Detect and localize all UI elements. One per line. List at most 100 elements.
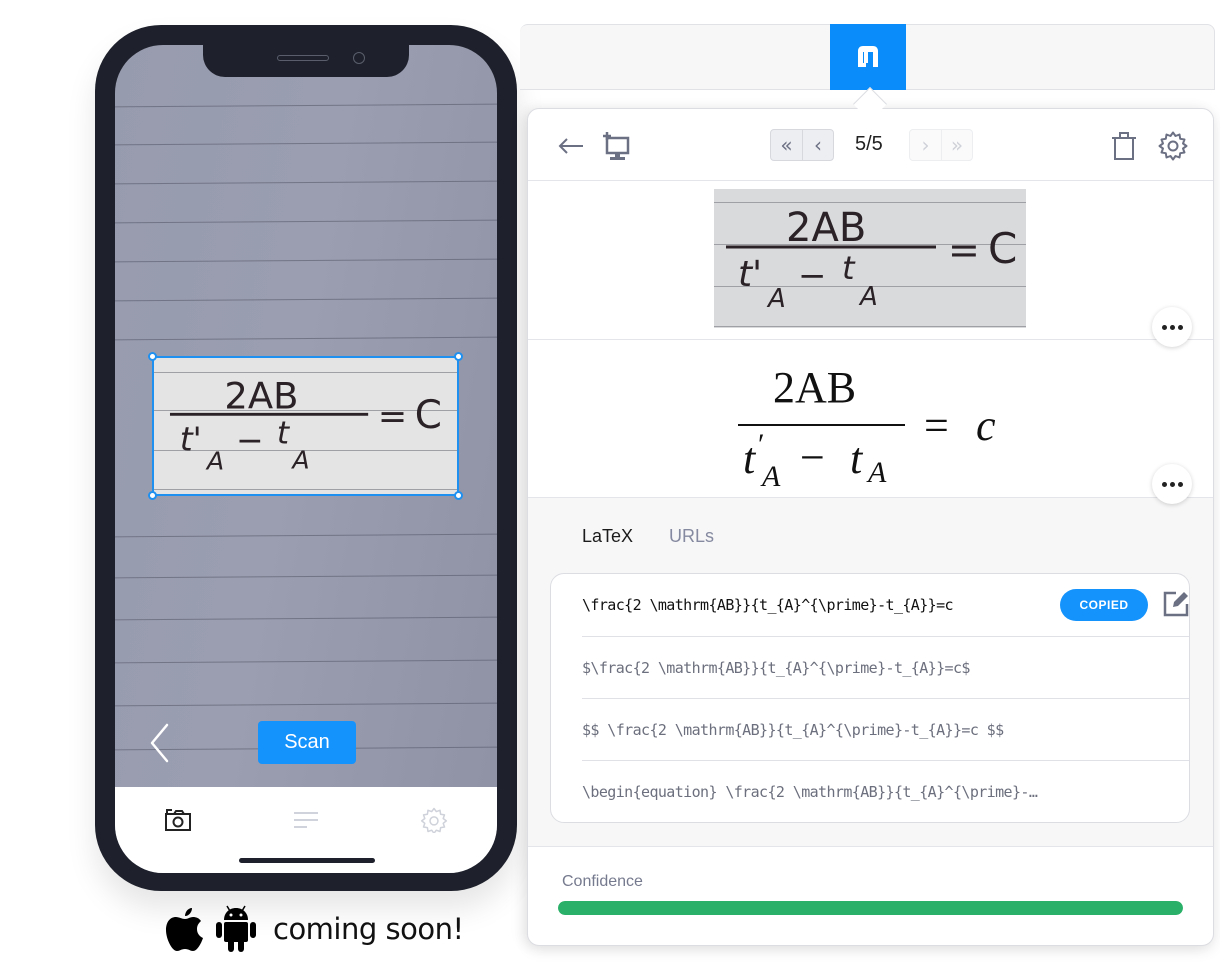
paper-line: [115, 702, 497, 707]
paper-line: [115, 336, 497, 341]
scan-crop-region[interactable]: 2AB t' A − t A = C: [148, 352, 463, 500]
paper-line: [115, 574, 497, 579]
rendered-t-prime: t: [743, 434, 757, 483]
latex-result-row[interactable]: $\frac{2 \mathrm{AB}}{t_{A}^{\prime}-t_{…: [582, 636, 1189, 698]
delete-button[interactable]: [1109, 131, 1139, 161]
handwritten-rhs: C: [415, 393, 442, 438]
paper-line: [115, 533, 497, 538]
screen-capture-icon: [603, 132, 630, 160]
latex-result-text: $\frac{2 \mathrm{AB}}{t_{A}^{\prime}-t_{…: [582, 658, 970, 677]
gear-icon: [1158, 131, 1188, 161]
list-icon[interactable]: [292, 807, 320, 833]
handwritten-sub-a: A: [858, 282, 878, 312]
handwritten-numerator: 2AB: [224, 375, 298, 418]
handwritten-sub-a: A: [205, 447, 224, 476]
apple-icon: [166, 908, 203, 951]
crop-handle-bottom-left[interactable]: [148, 491, 157, 500]
latex-result-text: \begin{equation} \frac{2 \mathrm{AB}}{t_…: [582, 782, 1038, 801]
more-dots-icon: [1161, 481, 1183, 487]
paper-line: [115, 219, 497, 224]
latex-result-row[interactable]: \frac{2 \mathrm{AB}}{t_{A}^{\prime}-t_{A…: [582, 574, 1189, 636]
home-indicator: [239, 858, 375, 863]
paper-line: [115, 659, 497, 664]
source-image-section: 2AB t' A − t A = C: [528, 181, 1213, 347]
crop-handle-bottom-right[interactable]: [454, 491, 463, 500]
handwritten-t: t: [842, 249, 856, 287]
trash-icon: [1112, 132, 1136, 160]
rendered-minus: −: [800, 433, 825, 482]
handwritten-numerator: 2AB: [786, 205, 866, 251]
phone-screen: 2AB t' A − t A = C Scan: [115, 45, 497, 873]
tab-latex[interactable]: LaTeX: [582, 526, 633, 547]
handwritten-minus: −: [798, 256, 827, 296]
stage: 2AB t' A − t A = C Scan coming soon! « ‹…: [0, 0, 1220, 978]
rendered-t: t: [850, 434, 864, 483]
paper-line: [115, 616, 497, 621]
gear-icon[interactable]: [420, 807, 448, 833]
handwritten-equation: 2AB t' A − t A = C: [169, 375, 442, 476]
latex-result-text: $$ \frac{2 \mathrm{AB}}{t_{A}^{\prime}-t…: [582, 720, 1004, 739]
extension-button[interactable]: [830, 24, 906, 90]
edit-icon[interactable]: [1162, 590, 1189, 618]
confidence-bar: [558, 901, 1183, 915]
phone-notch: [203, 45, 409, 77]
pager-forward-group: › »: [909, 129, 973, 161]
paper-line: [115, 103, 497, 108]
screenshot-button[interactable]: [602, 131, 632, 161]
first-page-button[interactable]: «: [771, 130, 802, 160]
rendered-rhs: c: [976, 401, 996, 450]
rendered-sub-a: A: [760, 460, 781, 490]
source-handwritten-equation: 2AB t' A − t A = C: [726, 205, 1017, 314]
tab-urls[interactable]: URLs: [669, 526, 714, 547]
front-camera-icon: [353, 52, 365, 64]
rendered-math-section: 2AB t ′ A − t A = c: [528, 340, 1213, 504]
arrow-left-icon: [558, 138, 583, 154]
source-image: 2AB t' A − t A = C: [714, 189, 1026, 328]
more-dots-icon: [1161, 324, 1183, 330]
scan-button[interactable]: Scan: [258, 721, 356, 764]
source-more-button[interactable]: [1152, 307, 1192, 347]
latex-result-row[interactable]: $$ \frac{2 \mathrm{AB}}{t_{A}^{\prime}-t…: [582, 698, 1189, 760]
crop-handle-top-left[interactable]: [148, 352, 157, 361]
handwritten-minus: −: [236, 420, 264, 459]
camera-icon[interactable]: [164, 807, 192, 833]
pager-back-group: « ‹: [770, 129, 834, 161]
handwritten-t: t: [277, 415, 291, 451]
next-page-button[interactable]: ›: [910, 130, 941, 160]
crop-handle-top-right[interactable]: [454, 352, 463, 361]
confidence-section: Confidence: [528, 847, 1213, 945]
extension-popup: « ‹ 5/5 › » 2AB t' A − t A = C 2AB t ′ A…: [527, 87, 1214, 946]
rendered-numerator: 2AB: [773, 363, 856, 412]
copied-badge: COPIED: [1060, 589, 1148, 621]
rendered-equals: =: [924, 401, 949, 450]
prev-page-button[interactable]: ‹: [802, 130, 833, 160]
mathpix-logo-icon: [858, 46, 878, 67]
back-button[interactable]: [556, 131, 586, 161]
confidence-bar-fill: [558, 901, 1183, 915]
last-page-button[interactable]: »: [941, 130, 972, 160]
page-indicator: 5/5: [855, 133, 883, 155]
latex-results-card: \frac{2 \mathrm{AB}}{t_{A}^{\prime}-t_{A…: [550, 573, 1190, 823]
speaker-icon: [277, 55, 329, 61]
settings-button[interactable]: [1158, 131, 1188, 161]
confidence-label: Confidence: [562, 873, 643, 890]
handwritten-equals: =: [948, 228, 980, 272]
latex-result-text: \frac{2 \mathrm{AB}}{t_{A}^{\prime}-t_{A…: [582, 596, 954, 614]
paper-line: [115, 258, 497, 263]
rendered-equation: 2AB t ′ A − t A = c: [738, 363, 996, 490]
latex-result-row[interactable]: \begin{equation} \frac{2 \mathrm{AB}}{t_…: [582, 760, 1189, 822]
rendered-more-button[interactable]: [1152, 464, 1192, 504]
popup-header: « ‹ 5/5 › »: [528, 109, 1213, 181]
handwritten-rhs: C: [988, 224, 1017, 273]
platform-availability: coming soon!: [165, 903, 464, 955]
phone-back-chevron-icon[interactable]: [149, 723, 171, 763]
handwritten-equals: =: [378, 397, 407, 437]
handwritten-sub-a: A: [766, 284, 786, 314]
handwritten-t-prime: t': [180, 419, 202, 458]
coming-soon-text: coming soon!: [273, 912, 464, 946]
android-icon: [216, 905, 256, 952]
paper-line: [115, 180, 497, 185]
paper-line: [115, 297, 497, 302]
handwritten-t-prime: t': [738, 254, 762, 295]
handwritten-sub-a: A: [290, 446, 309, 475]
